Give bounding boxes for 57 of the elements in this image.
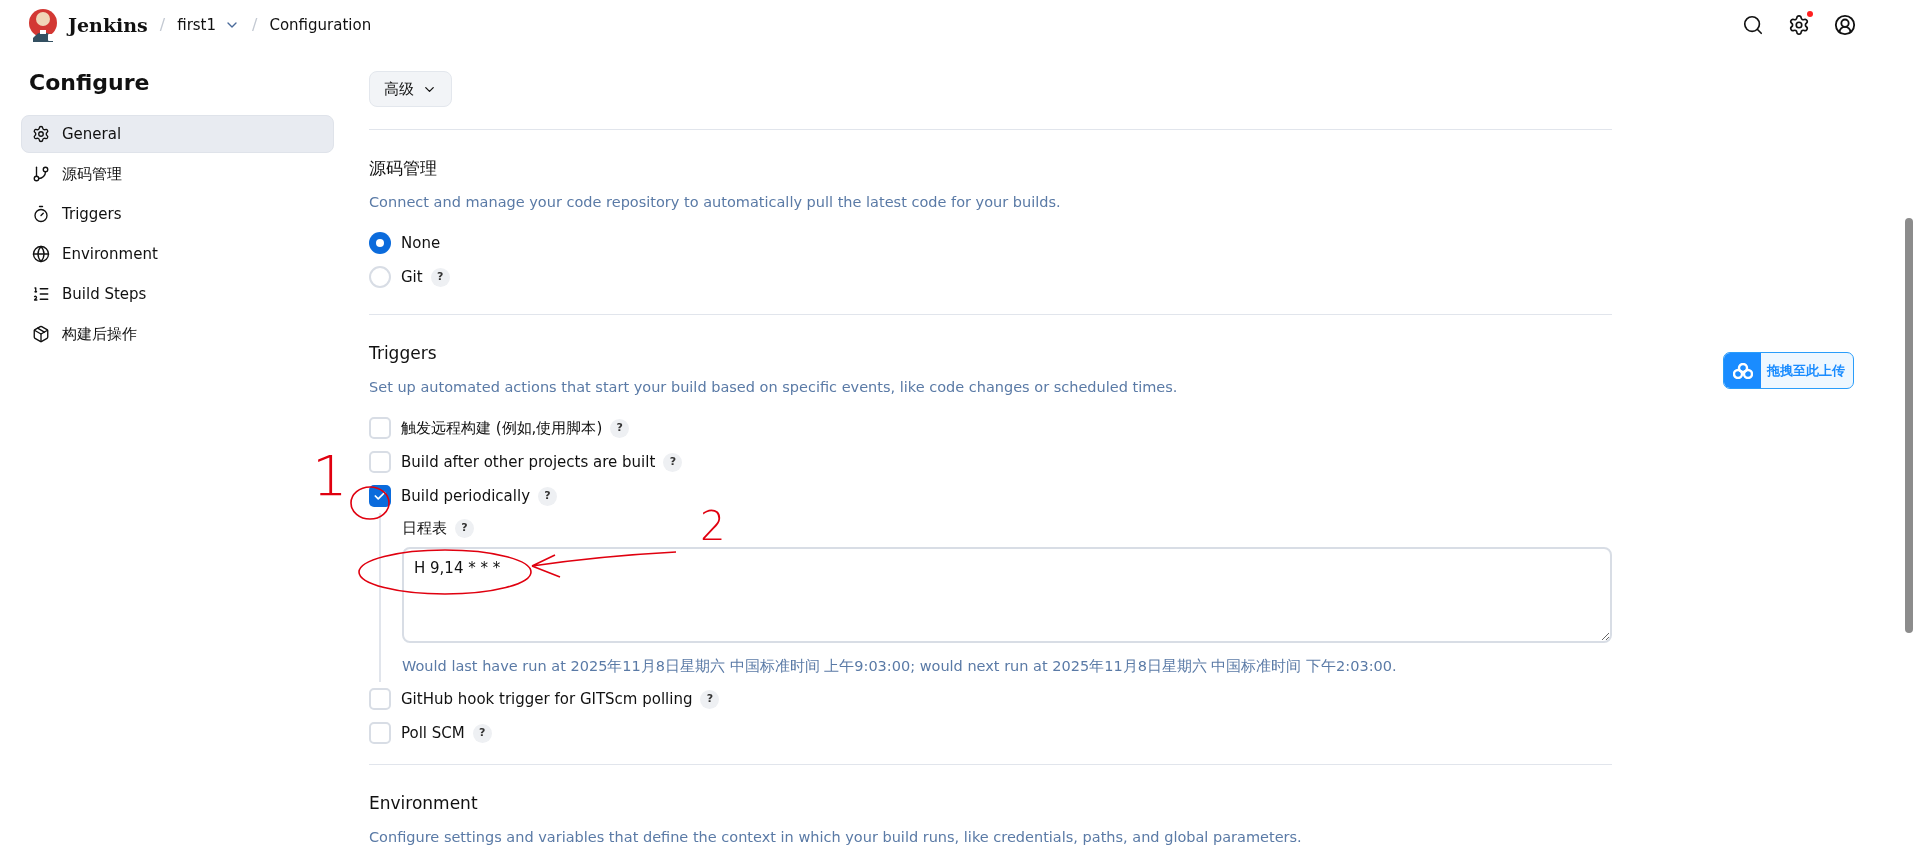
package-icon <box>32 325 50 343</box>
section-description: Set up automated actions that start your build based on specific events, like code changes or scheduled times. <box>369 378 1179 397</box>
timer-icon <box>32 205 50 223</box>
search-icon[interactable] <box>1742 14 1764 36</box>
breadcrumb-link[interactable]: first1 <box>177 13 217 37</box>
option-label: GitHub hook trigger for GITScm polling <box>401 688 693 710</box>
scrollbar[interactable] <box>1905 218 1913 633</box>
breadcrumb-link[interactable]: Configuration <box>269 13 372 37</box>
help-icon[interactable]: ? <box>700 689 720 709</box>
sidebar-item[interactable]: Triggers <box>21 195 334 233</box>
checkbox[interactable] <box>369 722 391 744</box>
check-icon <box>373 489 387 503</box>
option-label: Poll SCM <box>401 722 465 744</box>
breadcrumb-separator: / <box>159 14 166 36</box>
gear-icon <box>32 125 50 143</box>
field-label: 日程表 <box>402 517 447 539</box>
option-label: 触发远程构建 (例如,使用脚本) <box>401 417 603 439</box>
help-icon[interactable]: ? <box>455 518 474 538</box>
checkbox[interactable] <box>369 451 391 473</box>
option-label: Build periodically <box>401 485 531 507</box>
radio-button[interactable] <box>369 266 391 288</box>
help-icon[interactable]: ? <box>538 486 558 506</box>
sidebar-title: Configure <box>28 69 151 97</box>
list-icon <box>32 285 50 303</box>
help-icon[interactable]: ? <box>610 418 630 438</box>
sidebar-item[interactable]: 源码管理 <box>21 155 334 193</box>
branch-icon <box>32 165 50 183</box>
option-label: None <box>401 232 441 254</box>
sidebar-item[interactable]: 构建后操作 <box>21 315 334 353</box>
section-title: 源码管理 <box>369 157 438 180</box>
app-name[interactable]: Jenkins <box>68 10 148 40</box>
section-description: Connect and manage your code repository to automatically pull the latest code for your builds. <box>369 193 1062 212</box>
schedule-input-field[interactable]: H 9,14 * * * <box>402 547 1612 643</box>
sidebar-item[interactable]: Environment <box>21 235 334 273</box>
help-icon[interactable]: ? <box>663 452 683 472</box>
annotation-number: 1 <box>312 448 348 504</box>
option-label: Build after other projects are built <box>401 451 656 473</box>
help-icon[interactable]: ? <box>430 267 450 287</box>
schedule-note: Would last have run at 2025年11月8日星期六 中国标准时间 上午9:03:00; would next run at 2025年11月8日星期六 中国标准时间 下午2:03:00. <box>402 657 1398 676</box>
advanced-button[interactable]: 高级 <box>369 71 452 107</box>
section-title: Triggers <box>369 342 438 365</box>
annotation-number: 2 <box>700 506 726 546</box>
option-label: Git <box>401 266 423 288</box>
section-description: Configure settings and variables that define the context in which your build runs, like credentials, paths, and global parameters. <box>369 828 1303 847</box>
help-icon[interactable]: ? <box>472 723 492 743</box>
cloud-icon <box>1732 362 1753 379</box>
settings-icon[interactable] <box>1788 14 1810 36</box>
breadcrumb-separator: / <box>252 14 258 36</box>
sidebar-item[interactable]: General <box>21 115 334 153</box>
section-title: Environment <box>369 792 479 815</box>
radio-button[interactable] <box>369 232 391 254</box>
checkbox[interactable] <box>369 688 391 710</box>
globe-icon <box>32 245 50 263</box>
user-icon[interactable] <box>1834 14 1856 36</box>
sidebar-item[interactable]: Build Steps <box>21 275 334 313</box>
checkbox[interactable] <box>369 417 391 439</box>
butler-logo-icon <box>28 8 58 42</box>
